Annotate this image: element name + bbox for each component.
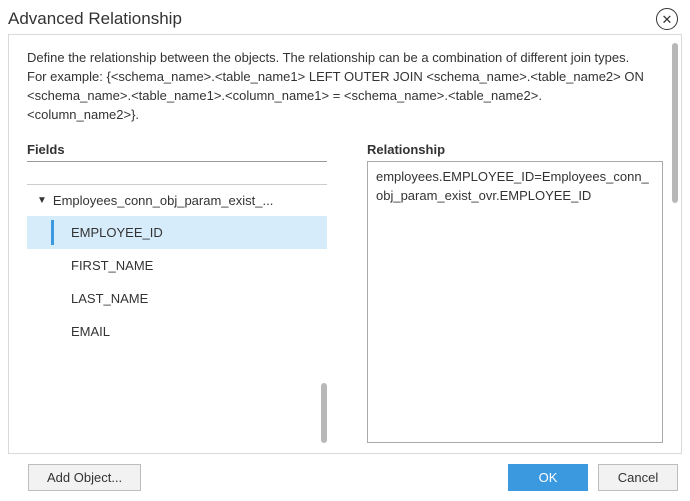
close-button[interactable]: ✕ — [656, 8, 678, 30]
scrollbar-thumb[interactable] — [321, 383, 327, 443]
tree-group-label: Employees_conn_obj_param_exist_... — [53, 193, 273, 208]
ok-button[interactable]: OK — [508, 464, 588, 491]
dialog-footer: Add Object... OK Cancel — [0, 454, 690, 501]
fields-box: ▼ Employees_conn_obj_param_exist_... EMP… — [27, 161, 327, 443]
fields-tree: ▼ Employees_conn_obj_param_exist_... EMP… — [27, 184, 327, 348]
tree-item[interactable]: EMPLOYEE_ID — [27, 216, 327, 249]
relationship-pane: Relationship employees.EMPLOYEE_ID=Emplo… — [367, 142, 663, 443]
close-icon: ✕ — [662, 13, 673, 26]
dialog-header: Advanced Relationship ✕ — [0, 0, 690, 34]
scrollbar-thumb[interactable] — [672, 43, 678, 203]
fields-label: Fields — [27, 142, 327, 157]
tree-group[interactable]: ▼ Employees_conn_obj_param_exist_... — [27, 185, 327, 216]
panes: Fields ▼ Employees_conn_obj_param_exist_… — [27, 142, 663, 443]
description-text: Define the relationship between the obje… — [27, 49, 663, 124]
dialog-title: Advanced Relationship — [8, 9, 182, 29]
tree-item[interactable]: FIRST_NAME — [27, 249, 327, 282]
content-scrollbar[interactable] — [672, 43, 678, 445]
fields-pane: Fields ▼ Employees_conn_obj_param_exist_… — [27, 142, 327, 443]
relationship-label: Relationship — [367, 142, 663, 157]
relationship-textarea[interactable]: employees.EMPLOYEE_ID=Employees_conn_obj… — [367, 161, 663, 443]
fields-scrollbar[interactable] — [321, 188, 327, 443]
tree-item[interactable]: LAST_NAME — [27, 282, 327, 315]
dialog-content: Define the relationship between the obje… — [8, 34, 682, 454]
tree-item[interactable]: EMAIL — [27, 315, 327, 348]
advanced-relationship-dialog: Advanced Relationship ✕ Define the relat… — [0, 0, 690, 501]
footer-right: OK Cancel — [508, 464, 678, 491]
cancel-button[interactable]: Cancel — [598, 464, 678, 491]
caret-down-icon: ▼ — [37, 195, 47, 206]
content-wrap: Define the relationship between the obje… — [0, 34, 690, 454]
add-object-button[interactable]: Add Object... — [28, 464, 141, 491]
